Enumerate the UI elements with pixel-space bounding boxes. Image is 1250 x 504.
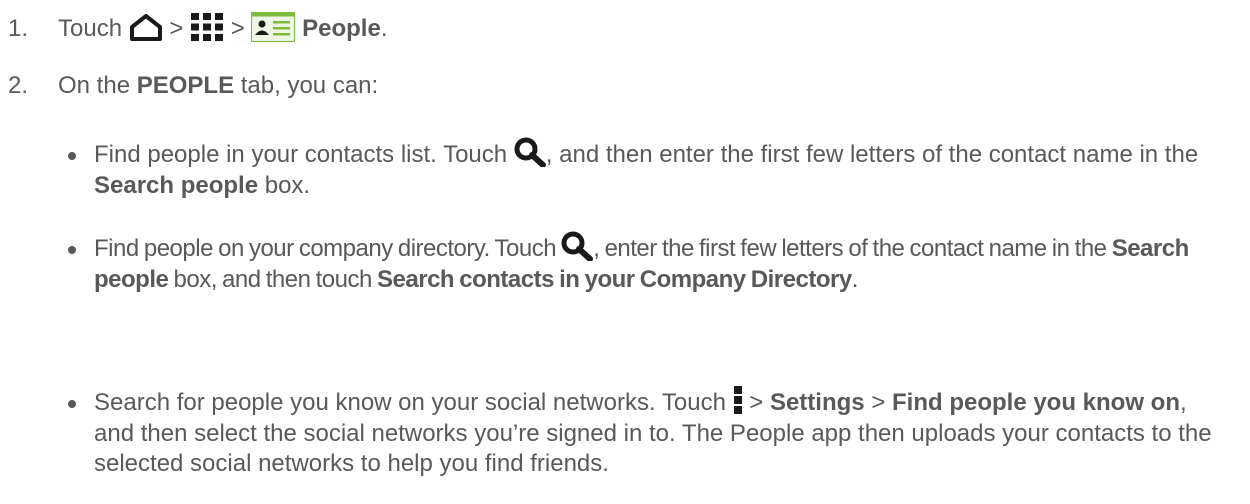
bullet-text: box. — [264, 171, 311, 199]
bullet-dot — [68, 400, 76, 408]
bullet-dot — [68, 246, 76, 254]
ui-label: Settings — [769, 389, 865, 416]
bullet-text: Search for people you know on your socia… — [94, 389, 726, 416]
bullet-item: Find people in your contacts list. Touch… — [68, 137, 1218, 201]
people-app-icon — [251, 11, 296, 42]
separator: > — [871, 389, 886, 416]
bullet-dot — [68, 152, 76, 160]
bullet-text: , enter the first few letters of the con… — [593, 235, 1107, 262]
ui-label: Search contacts in your Company Director… — [377, 265, 852, 293]
search-icon — [514, 137, 546, 167]
app-name: People — [302, 15, 381, 42]
bullet-text: , and then enter the first few letters o… — [545, 141, 1199, 168]
step-text: . — [380, 15, 388, 42]
step-text: Touch — [58, 15, 123, 42]
ui-label: Find people you know on — [892, 389, 1180, 416]
step-text: tab, you can: — [240, 72, 379, 99]
separator: > — [230, 15, 245, 42]
bullet-item: Find people on your company directory. T… — [68, 231, 1218, 295]
tab-name: PEOPLE — [136, 72, 235, 99]
bullet-item: Search for people you know on your socia… — [68, 385, 1218, 479]
step-1: 1. Touch > > People. — [8, 11, 388, 45]
search-icon — [561, 231, 594, 261]
home-icon — [129, 13, 163, 41]
step-2: 2. On the PEOPLE tab, you can: — [8, 71, 378, 101]
ui-label: Search people — [94, 171, 259, 199]
apps-grid-icon — [190, 12, 224, 42]
separator: > — [749, 389, 764, 416]
bullet-text: . — [851, 265, 859, 293]
step-number: 1. — [8, 15, 29, 42]
step-number: 2. — [8, 72, 29, 99]
step-text: On the — [58, 72, 131, 99]
separator: > — [169, 15, 184, 42]
bullet-text: box, and then touch — [173, 265, 373, 293]
menu-icon — [733, 385, 743, 415]
bullet-text: Find people in your contacts list. Touch — [94, 141, 508, 168]
bullet-text: Find people on your company directory. T… — [94, 235, 557, 262]
